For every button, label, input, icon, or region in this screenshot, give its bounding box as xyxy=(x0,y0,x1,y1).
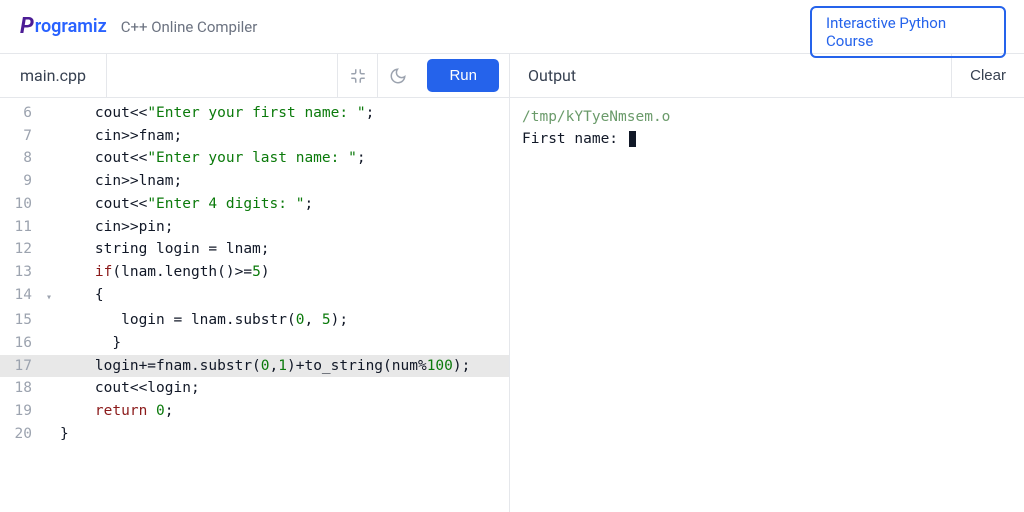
line-number: 18 xyxy=(0,377,46,400)
code-text: login = lnam.substr(0, 5); xyxy=(60,309,348,332)
logo-text: rogramiz xyxy=(35,16,107,37)
code-text: cout<<"Enter your first name: "; xyxy=(60,102,374,125)
code-line[interactable]: 9 cin>>lnam; xyxy=(0,170,509,193)
fold-icon xyxy=(46,238,60,261)
fold-icon xyxy=(46,423,60,446)
fold-icon xyxy=(46,170,60,193)
fold-icon xyxy=(46,193,60,216)
output-pane: Output Clear /tmp/kYTyeNmsem.o First nam… xyxy=(510,54,1024,512)
code-line[interactable]: 8 cout<<"Enter your last name: "; xyxy=(0,147,509,170)
code-text: { xyxy=(60,284,104,310)
line-number: 9 xyxy=(0,170,46,193)
code-line[interactable]: 16 } xyxy=(0,332,509,355)
header: Programiz C++ Online Compiler Interactiv… xyxy=(0,0,1024,54)
code-editor[interactable]: 6 cout<<"Enter your first name: ";7 cin>… xyxy=(0,98,509,512)
code-text: cin>>fnam; xyxy=(60,125,182,148)
line-number: 12 xyxy=(0,238,46,261)
code-line[interactable]: 19 return 0; xyxy=(0,400,509,423)
code-line[interactable]: 6 cout<<"Enter your first name: "; xyxy=(0,102,509,125)
fold-icon xyxy=(46,332,60,355)
fold-icon xyxy=(46,377,60,400)
code-text: cin>>pin; xyxy=(60,216,174,239)
line-number: 15 xyxy=(0,309,46,332)
code-line[interactable]: 11 cin>>pin; xyxy=(0,216,509,239)
logo-icon: P xyxy=(20,14,34,39)
line-number: 20 xyxy=(0,423,46,446)
fold-icon xyxy=(46,261,60,284)
code-line[interactable]: 14▾ { xyxy=(0,284,509,310)
line-number: 7 xyxy=(0,125,46,148)
code-text: cout<<"Enter 4 digits: "; xyxy=(60,193,313,216)
fold-icon xyxy=(46,216,60,239)
code-text: return 0; xyxy=(60,400,174,423)
promo-line1: Interactive Python xyxy=(826,14,990,32)
line-number: 10 xyxy=(0,193,46,216)
promo-line2: Course xyxy=(826,32,990,50)
code-line[interactable]: 10 cout<<"Enter 4 digits: "; xyxy=(0,193,509,216)
terminal[interactable]: /tmp/kYTyeNmsem.o First name: xyxy=(510,98,1024,512)
code-text: } xyxy=(60,423,69,446)
fold-icon xyxy=(46,125,60,148)
clear-button[interactable]: Clear xyxy=(951,54,1024,98)
minimize-icon[interactable] xyxy=(337,54,377,98)
fold-icon xyxy=(46,355,60,378)
code-line[interactable]: 20} xyxy=(0,423,509,446)
code-line[interactable]: 17 login+=fnam.substr(0,1)+to_string(num… xyxy=(0,355,509,378)
code-text: cin>>lnam; xyxy=(60,170,182,193)
editor-pane: main.cpp Run 6 cout<<"Enter your first n… xyxy=(0,54,510,512)
code-text: cout<<"Enter your last name: "; xyxy=(60,147,366,170)
code-line[interactable]: 12 string login = lnam; xyxy=(0,238,509,261)
line-number: 19 xyxy=(0,400,46,423)
promo-banner[interactable]: Interactive Python Course xyxy=(810,6,1006,58)
line-number: 8 xyxy=(0,147,46,170)
terminal-line: First name: xyxy=(522,128,1012,150)
fold-icon xyxy=(46,309,60,332)
output-toolbar: Output Clear xyxy=(510,54,1024,98)
fold-icon xyxy=(46,400,60,423)
fold-icon[interactable]: ▾ xyxy=(46,284,60,310)
line-number: 14 xyxy=(0,284,46,310)
terminal-line: /tmp/kYTyeNmsem.o xyxy=(522,106,1012,128)
code-text: if(lnam.length()>=5) xyxy=(60,261,270,284)
code-line[interactable]: 18 cout<<login; xyxy=(0,377,509,400)
theme-icon[interactable] xyxy=(377,54,417,98)
logo[interactable]: Programiz xyxy=(20,14,107,39)
main: main.cpp Run 6 cout<<"Enter your first n… xyxy=(0,54,1024,512)
code-line[interactable]: 15 login = lnam.substr(0, 5); xyxy=(0,309,509,332)
code-text: login+=fnam.substr(0,1)+to_string(num%10… xyxy=(60,355,470,378)
line-number: 13 xyxy=(0,261,46,284)
editor-toolbar: main.cpp Run xyxy=(0,54,509,98)
code-text: string login = lnam; xyxy=(60,238,270,261)
file-tab[interactable]: main.cpp xyxy=(0,54,107,97)
line-number: 16 xyxy=(0,332,46,355)
page-title: C++ Online Compiler xyxy=(121,18,258,36)
output-label: Output xyxy=(510,54,951,98)
fold-icon xyxy=(46,102,60,125)
code-text: cout<<login; xyxy=(60,377,200,400)
line-number: 17 xyxy=(0,355,46,378)
code-text: } xyxy=(60,332,121,355)
code-line[interactable]: 13 if(lnam.length()>=5) xyxy=(0,261,509,284)
fold-icon xyxy=(46,147,60,170)
code-line[interactable]: 7 cin>>fnam; xyxy=(0,125,509,148)
run-button[interactable]: Run xyxy=(427,59,499,92)
cursor-icon xyxy=(629,131,636,147)
line-number: 11 xyxy=(0,216,46,239)
line-number: 6 xyxy=(0,102,46,125)
